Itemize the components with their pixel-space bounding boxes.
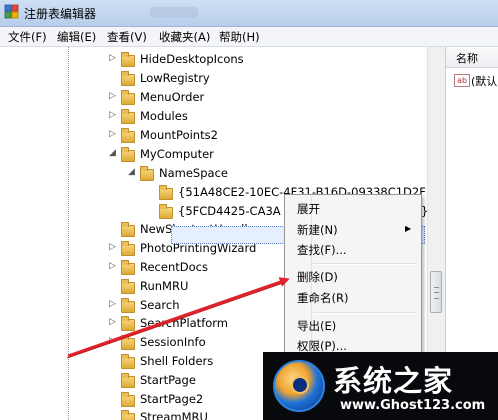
default-value-name[interactable]: (默认	[471, 73, 497, 89]
logo-core	[291, 376, 309, 394]
menu-edit[interactable]: 编辑(E)	[57, 29, 96, 45]
menu-separator	[313, 312, 417, 314]
folder-icon	[121, 222, 135, 237]
tree-node-label[interactable]: NameSpace	[159, 166, 228, 180]
expand-icon[interactable]: ▷	[109, 317, 116, 327]
folder-icon	[159, 185, 173, 200]
folder-icon	[121, 392, 135, 407]
string-value-icon: ab	[454, 74, 470, 87]
menu-item-delete[interactable]: 删除(D)	[297, 269, 338, 285]
folder-icon	[121, 410, 135, 420]
folder-icon	[121, 52, 135, 67]
tree-node-label[interactable]: Search	[140, 298, 180, 312]
menu-help[interactable]: 帮助(H)	[219, 29, 260, 45]
folder-icon	[121, 241, 135, 256]
submenu-arrow-icon: ▶	[405, 224, 412, 233]
collapse-icon[interactable]: ◢	[109, 148, 116, 158]
expand-icon[interactable]: ▷	[109, 242, 116, 252]
folder-icon	[121, 147, 135, 162]
tree-node-label[interactable]: StartPage	[140, 373, 196, 387]
tree-node-label[interactable]: {5FCD4425-CA3A	[178, 204, 281, 218]
tree-node-label[interactable]: HideDesktopIcons	[140, 52, 244, 66]
expand-icon[interactable]: ▷	[109, 53, 116, 63]
menu-item-find[interactable]: 查找(F)...	[297, 242, 347, 258]
blurred-title-fragment	[150, 7, 198, 18]
collapse-icon[interactable]: ◢	[128, 167, 135, 177]
menu-item-new[interactable]: 新建(N)	[297, 222, 338, 238]
tree-node-label[interactable]: StartPage2	[140, 392, 203, 406]
folder-icon	[121, 373, 135, 388]
title-bar: 注册表编辑器	[0, 0, 498, 27]
ghost-logo-icon	[273, 360, 325, 412]
folder-icon	[121, 109, 135, 124]
menu-view[interactable]: 查看(V)	[107, 29, 147, 45]
tree-node-label[interactable]: MyComputer	[140, 147, 214, 161]
expand-icon[interactable]: ▷	[109, 91, 116, 101]
tree-node-label[interactable]: MountPoints2	[140, 128, 218, 142]
tree-node-label[interactable]: RunMRU	[140, 279, 188, 293]
menu-bar: 文件(F) 编辑(E) 查看(V) 收藏夹(A) 帮助(H)	[0, 27, 498, 47]
name-column-label: 名称	[456, 52, 478, 65]
tree-node-label[interactable]: Shell Folders	[140, 354, 213, 368]
folder-icon	[121, 335, 135, 350]
menu-favorites[interactable]: 收藏夹(A)	[159, 29, 210, 45]
tree-node-label[interactable]: Modules	[140, 109, 188, 123]
tree-node-label[interactable]: StreamMRU	[140, 410, 208, 420]
folder-icon	[121, 71, 135, 86]
tree-node-label[interactable]: MenuOrder	[140, 90, 204, 104]
folder-icon	[121, 260, 135, 275]
tree-node-label[interactable]: LowRegistry	[140, 71, 210, 85]
watermark-title: 系统之家	[333, 364, 454, 398]
folder-icon	[121, 316, 135, 331]
name-column-header[interactable]: 名称	[446, 47, 498, 68]
menu-item-expand[interactable]: 展开	[297, 201, 320, 217]
folder-icon	[121, 128, 135, 143]
expand-icon[interactable]: ▷	[109, 110, 116, 120]
window-title: 注册表编辑器	[24, 7, 97, 21]
folder-icon	[159, 204, 173, 219]
watermark: 系统之家 www.Ghost123.com	[263, 352, 498, 420]
folder-icon	[140, 166, 154, 181]
menu-file[interactable]: 文件(F)	[8, 29, 47, 45]
tree-node-label[interactable]: SearchPlatform	[140, 316, 228, 330]
menu-separator	[313, 263, 417, 265]
expand-icon[interactable]: ▷	[109, 261, 116, 271]
folder-icon	[121, 90, 135, 105]
expand-icon[interactable]: ▷	[109, 299, 116, 309]
menu-item-export[interactable]: 导出(E)	[297, 318, 336, 334]
tree-node-label[interactable]: SessionInfo	[140, 335, 206, 349]
grip-icon	[434, 287, 439, 299]
scrollbar-thumb[interactable]	[430, 271, 442, 313]
expand-icon[interactable]: ▷	[109, 336, 116, 346]
folder-icon	[121, 298, 135, 313]
folder-icon	[121, 354, 135, 369]
context-menu: 展开 新建(N) ▶ 查找(F)... 删除(D) 重命名(R) 导出(E) 权…	[284, 194, 422, 364]
expand-icon[interactable]: ▷	[109, 129, 116, 139]
tree-node-label[interactable]: RecentDocs	[140, 260, 208, 274]
registry-editor-icon	[4, 4, 19, 19]
tree-guide-line	[68, 47, 70, 420]
menu-item-rename[interactable]: 重命名(R)	[297, 290, 348, 306]
watermark-url: www.Ghost123.com	[340, 398, 486, 413]
folder-icon	[121, 279, 135, 294]
